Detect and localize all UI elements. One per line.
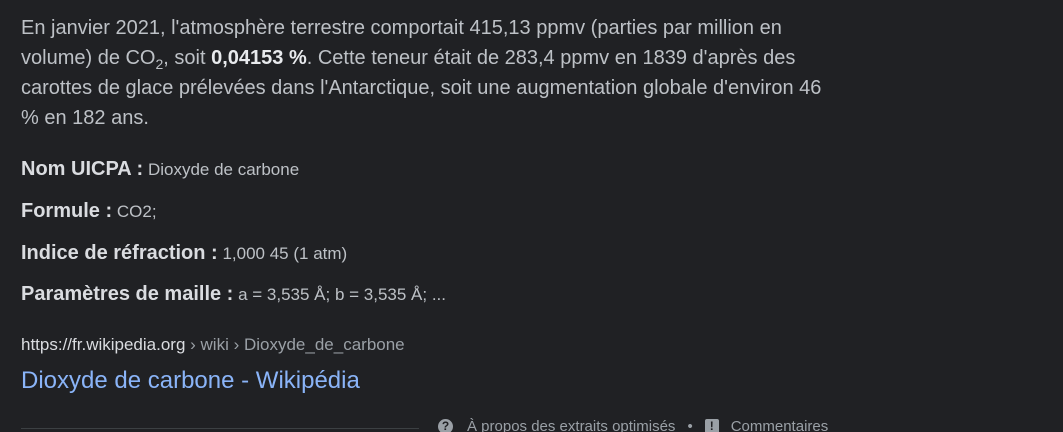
attribute-key: Formule : [21,200,113,222]
question-icon[interactable]: ? [438,419,453,432]
attribute-row: Paramètres de maille : a = 3,535 Å; b = … [21,283,446,306]
snippet-footer: ? À propos des extraits optimisés • ! Co… [438,418,828,432]
attribute-value: a = 3,535 Å; b = 3,535 Å; ... [238,285,447,304]
about-snippets-link[interactable]: À propos des extraits optimisés [467,418,675,432]
attribute-value: Dioxyde de carbone [147,160,300,179]
citation-path: › wiki › Dioxyde_de_carbone [185,335,405,354]
attribute-value: 1,000 45 (1 atm) [222,244,348,263]
feedback-link[interactable]: Commentaires [731,418,829,432]
snippet-text: En janvier 2021, l'atmosphère terrestre … [21,13,831,133]
attribute-key: Nom UICPA : [21,158,144,180]
divider [21,428,419,429]
attribute-row: Formule : CO2; [21,200,157,223]
attribute-row: Nom UICPA : Dioxyde de carbone [21,158,299,181]
featured-snippet: En janvier 2021, l'atmosphère terrestre … [0,0,1063,432]
feedback-icon[interactable]: ! [704,419,719,432]
result-title-link[interactable]: Dioxyde de carbone - Wikipédia [21,367,360,395]
result-citation[interactable]: https://fr.wikipedia.org › wiki › Dioxyd… [21,335,405,355]
attribute-row: Indice de réfraction : 1,000 45 (1 atm) [21,242,347,265]
attribute-key: Paramètres de maille : [21,283,234,305]
footer-separator: • [687,418,693,432]
snippet-highlight: 0,04153 % [211,47,307,69]
citation-domain[interactable]: https://fr.wikipedia.org [21,335,185,354]
attribute-key: Indice de réfraction : [21,242,218,264]
attribute-value: CO2; [116,202,157,221]
snippet-part2: , soit [163,47,212,69]
